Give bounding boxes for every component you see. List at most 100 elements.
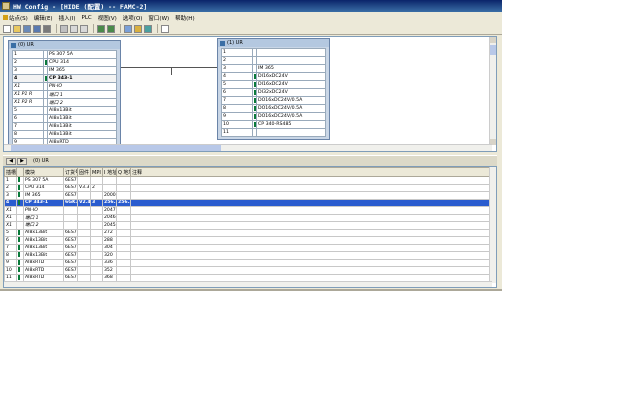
comment-cell	[130, 228, 496, 237]
rack-slot-row[interactable]: 2	[221, 56, 326, 65]
q-cell	[116, 191, 131, 200]
table-row[interactable]: 4CP 343-16GK7V2.43256...256...	[4, 198, 496, 207]
scroll-thumb[interactable]	[490, 45, 496, 55]
rack-slot-row[interactable]: 1 PS 307 5A	[12, 50, 117, 59]
table-row[interactable]: X1 端口 2 2045*	[4, 221, 496, 230]
menu-item-7[interactable]: 帮助(H)	[174, 13, 195, 22]
rack-slot-row[interactable]: X1 P2 R 端口 2	[12, 98, 117, 107]
column-header[interactable]: Q 地址	[116, 167, 131, 177]
menu-item-2[interactable]: 插入(I)	[58, 13, 77, 22]
rack-slot-row[interactable]: 8 DO16xDC24V/0.5A	[221, 104, 326, 113]
detail-vertical-scrollbar[interactable]	[489, 167, 496, 283]
menu-item-6[interactable]: 窗口(W)	[147, 13, 170, 22]
station-horizontal-scrollbar[interactable]	[4, 144, 492, 151]
save-compile-icon[interactable]	[23, 24, 31, 33]
rack-slot-row[interactable]: X1 PN-IO	[12, 82, 117, 91]
rack-slot-row[interactable]: 5 AI8x13Bit	[12, 106, 117, 115]
column-header[interactable]: 订货号	[63, 167, 78, 177]
rack-slot-row[interactable]: 6 AI8x13Bit	[12, 114, 117, 123]
rack-1-title: (1) UR	[227, 40, 243, 46]
back-button[interactable]: ◀	[6, 157, 16, 165]
new-icon[interactable]	[3, 24, 11, 33]
menu-item-0[interactable]: 站点(S)	[2, 13, 29, 22]
save-icon[interactable]	[33, 24, 41, 33]
rack-detail-table-view: 插槽模块订货号固件MPI 地址I 地址Q 地址注释 1PS 307 5A6ES7…	[3, 166, 497, 288]
slot-number: 4	[221, 72, 253, 81]
module-icon	[253, 114, 256, 119]
scroll-up-icon[interactable]	[490, 37, 496, 43]
rack-slot-row[interactable]: 4 CP 343-1	[12, 74, 117, 83]
column-header[interactable]: 注释	[130, 167, 496, 177]
menu-item-4[interactable]: 视图(V)	[97, 13, 118, 22]
rack-slot-row[interactable]: 10 CP 340-RS485	[221, 120, 326, 129]
table-row[interactable]: 5 AI8x13Bit 6ES7 272	[4, 228, 496, 237]
order-cell: 6ES7	[63, 176, 78, 185]
scroll-thumb[interactable]	[11, 145, 221, 151]
order-cell: 6ES7	[63, 251, 78, 260]
paste-icon[interactable]	[80, 24, 88, 33]
order-cell: 6ES7	[63, 236, 78, 245]
overview-icon[interactable]	[134, 24, 142, 33]
rack-slot-row[interactable]: 7 DO16xDC24V/0.5A	[221, 96, 326, 105]
station-vertical-scrollbar[interactable]	[489, 37, 496, 145]
slot-number: 10	[221, 120, 253, 129]
help-context-icon[interactable]	[161, 24, 169, 33]
table-row[interactable]: 10 AI8xRTD 6ES7 352	[4, 266, 496, 275]
detail-horizontal-scrollbar[interactable]	[4, 281, 492, 287]
column-header[interactable]	[16, 167, 24, 177]
rack-slot-row[interactable]: 2 CPU 314	[12, 58, 117, 67]
column-header[interactable]: I 地址	[102, 167, 117, 177]
rack-slot-row[interactable]: 8 AI8x13Bit	[12, 130, 117, 139]
print-icon[interactable]	[43, 24, 51, 33]
upload-icon[interactable]	[107, 24, 115, 33]
catalog-icon[interactable]	[124, 24, 132, 33]
menu-item-5[interactable]: 选项(O)	[122, 13, 144, 22]
table-row[interactable]: X1 端口 1 2046*	[4, 213, 496, 222]
module-icon	[253, 98, 256, 103]
forward-button[interactable]: ▶	[17, 157, 27, 165]
rack-slot-row[interactable]: 9 DO16xDC24V/0.5A	[221, 112, 326, 121]
rack-1[interactable]: (1) UR 1 2 3 IM 365 4 DI16xDC24V 5 DI16xDC24V 6 D…	[217, 38, 330, 140]
module-icon	[44, 76, 47, 81]
table-row[interactable]: 6 AI8x13Bit 6ES7 288	[4, 236, 496, 245]
rack-slot-row[interactable]: X1 P1 R 端口 1	[12, 90, 117, 99]
network-icon[interactable]	[144, 24, 152, 33]
column-header[interactable]: 固件	[77, 167, 91, 177]
slot-number: 4	[12, 74, 44, 83]
rack-slot-row[interactable]: 3 IM 365	[12, 66, 117, 75]
menu-item-1[interactable]: 编辑(E)	[33, 13, 54, 22]
cut-icon[interactable]	[60, 24, 68, 33]
toolbar-separator	[93, 24, 94, 33]
table-row[interactable]: X1 PN-IO 2047*	[4, 206, 496, 215]
module-name: DO16xDC24V/0.5A	[256, 104, 326, 113]
slot-number: 1	[12, 50, 44, 59]
table-row[interactable]: 2 CPU 314 6ES7 V3.3 2	[4, 183, 496, 192]
rack-slot-row[interactable]: 4 DI16xDC24V	[221, 72, 326, 81]
menu-item-3[interactable]: PLC	[81, 13, 93, 22]
rack-slot-row[interactable]: 5 DI16xDC24V	[221, 80, 326, 89]
rack-0[interactable]: (0) UR 1 PS 307 5A 2 CPU 314 3 IM 365 4 CP 343-…	[8, 40, 121, 151]
open-icon[interactable]	[13, 24, 21, 33]
slot-number: 6	[12, 114, 44, 123]
table-row[interactable]: 3 IM 365 6ES7 2000	[4, 191, 496, 200]
download-icon[interactable]	[97, 24, 105, 33]
rack-slot-row[interactable]: 6 DI32xDC24V	[221, 88, 326, 97]
slot-cell: 10	[4, 266, 17, 275]
i-cell: 2045*	[102, 221, 117, 230]
rack-slot-row[interactable]: 1	[221, 48, 326, 57]
table-row[interactable]: 9 AI8xRTD 6ES7 336	[4, 258, 496, 267]
column-header[interactable]: 模块	[23, 167, 64, 177]
comment-cell	[130, 176, 496, 185]
column-header[interactable]: MPI 地址	[90, 167, 103, 177]
column-header[interactable]: 插槽	[4, 167, 17, 177]
title-bar[interactable]: HW Config - [HIDE (配置) -- FAMC-2]	[0, 0, 502, 12]
slot-number: X1 P1 R	[12, 90, 44, 99]
rack-slot-row[interactable]: 11	[221, 128, 326, 137]
table-row[interactable]: 7 AI8x13Bit 6ES7 304	[4, 243, 496, 252]
toolbar	[0, 23, 502, 35]
copy-icon[interactable]	[70, 24, 78, 33]
table-row[interactable]: 8 AI8x13Bit 6ES7 320	[4, 251, 496, 260]
rack-slot-row[interactable]: 3 IM 365	[221, 64, 326, 73]
rack-slot-row[interactable]: 7 AI8x13Bit	[12, 122, 117, 131]
table-row[interactable]: 1 PS 307 5A 6ES7	[4, 176, 496, 185]
